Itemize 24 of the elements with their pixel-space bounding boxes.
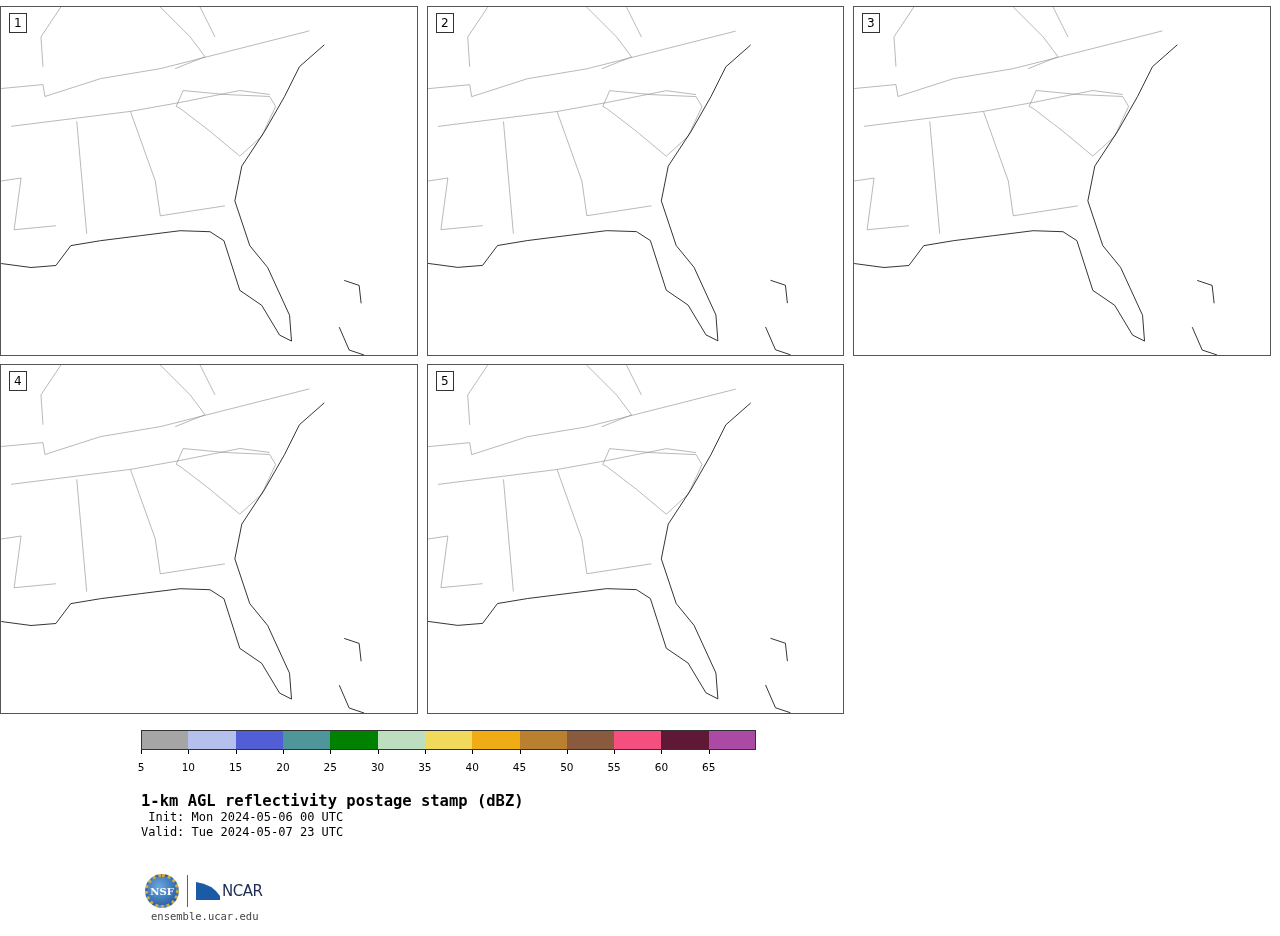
init-time: Init: Mon 2024-05-06 00 UTC bbox=[147, 810, 345, 825]
nsf-logo: NSF bbox=[145, 874, 179, 908]
tick-label: 60 bbox=[654, 761, 669, 773]
chart-title: 1-km AGL reflectivity postage stamp (dBZ) bbox=[141, 792, 525, 810]
tick-label: 40 bbox=[465, 761, 479, 773]
tick-label: 15 bbox=[228, 761, 243, 773]
tick-label: 20 bbox=[276, 761, 290, 773]
ncar-logo: NCAR bbox=[196, 879, 263, 903]
panel-number: 4 bbox=[9, 371, 27, 391]
panel-number: 1 bbox=[9, 13, 27, 33]
valid-time: Valid: Tue 2024-05-07 23 UTC bbox=[141, 825, 345, 840]
tick-label: 5 bbox=[137, 761, 145, 773]
panel-number: 2 bbox=[436, 13, 454, 33]
tick-label: 50 bbox=[560, 761, 574, 773]
tick-label: 10 bbox=[181, 761, 195, 773]
panel-number: 3 bbox=[862, 13, 880, 33]
tick-label: 30 bbox=[370, 761, 385, 773]
panel-number: 5 bbox=[436, 371, 454, 391]
website-url: ensemble.ucar.edu bbox=[151, 910, 260, 923]
tick-label: 25 bbox=[323, 761, 337, 773]
tick-label: 45 bbox=[512, 761, 527, 773]
tick-label: 55 bbox=[607, 761, 621, 773]
tick-label: 65 bbox=[702, 761, 716, 773]
tick-label: 35 bbox=[418, 761, 432, 773]
